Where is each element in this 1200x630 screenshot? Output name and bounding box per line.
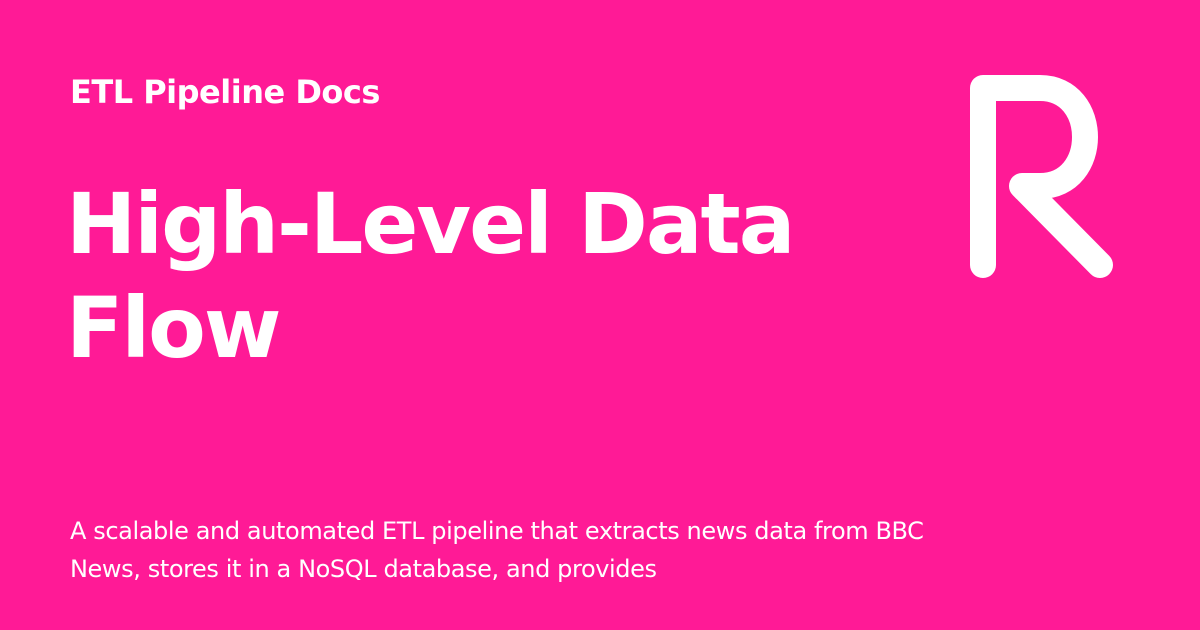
social-card: ETL Pipeline Docs High-Level Data Flow A… bbox=[0, 0, 1200, 630]
page-description: A scalable and automated ETL pipeline th… bbox=[70, 517, 924, 583]
page-title: High-Level Data Flow bbox=[66, 175, 795, 377]
site-name: ETL Pipeline Docs bbox=[70, 73, 380, 111]
letter-r-logo-icon bbox=[970, 75, 1113, 278]
